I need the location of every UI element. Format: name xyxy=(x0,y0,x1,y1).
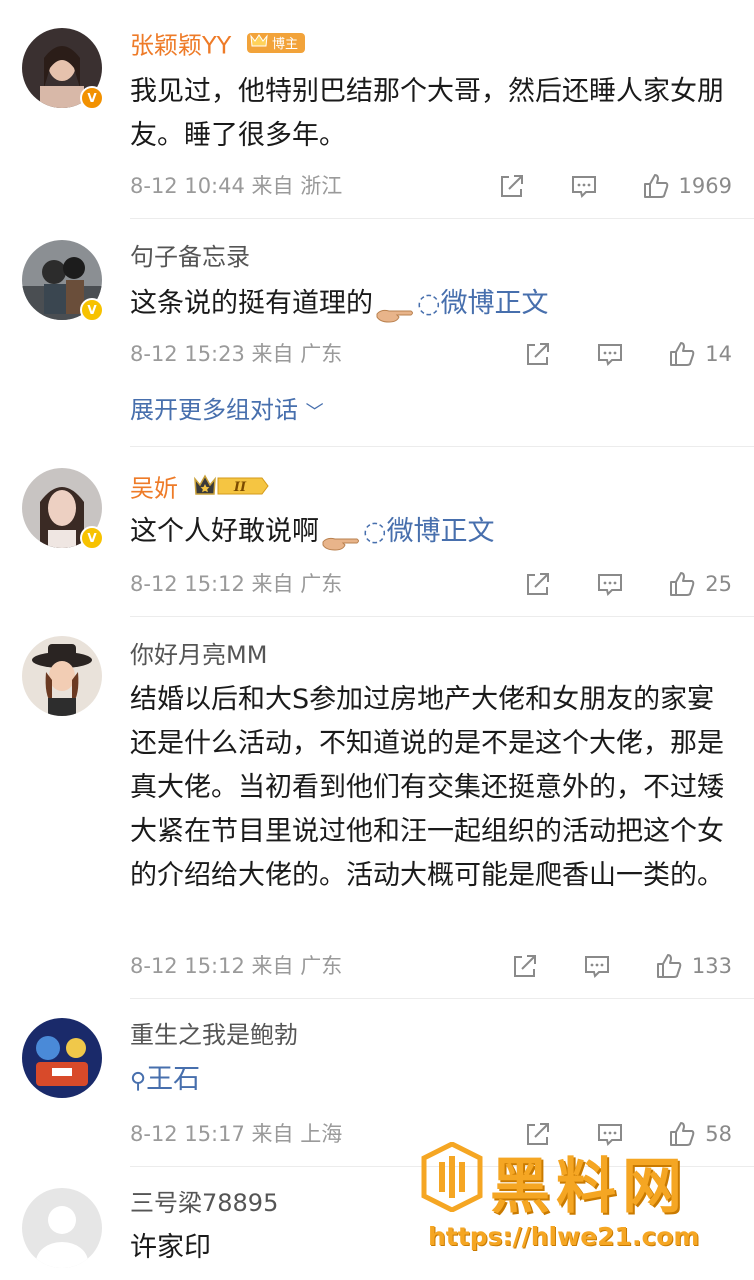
share-button[interactable] xyxy=(510,951,540,981)
watermark-title: 黑料网 xyxy=(490,1152,688,1222)
comment-icon xyxy=(584,956,609,978)
comment-text: 这条说的挺有道理的 ◌微博正文 xyxy=(130,282,730,326)
comment-meta: 8-12 15:23 来自 广东 xyxy=(130,342,343,366)
username[interactable]: 张颖颖YY 博主 xyxy=(130,30,307,63)
search-topic-link[interactable]: ⚲王石 xyxy=(130,1064,200,1095)
watermark-logo-icon xyxy=(421,1142,483,1212)
comment-body: 这条说的挺有道理的 xyxy=(130,288,373,319)
comment-icon xyxy=(571,176,596,198)
watermark: 黑料网 https://hlwe21.com xyxy=(420,1138,740,1278)
share-icon xyxy=(527,573,550,595)
comment-actions: 1969 xyxy=(497,170,732,202)
pointing-hand-icon xyxy=(375,295,415,323)
divider xyxy=(130,616,754,617)
thumbs-up-icon xyxy=(670,342,695,366)
divider xyxy=(130,998,754,999)
comment-meta: 8-12 10:44 来自 浙江 xyxy=(130,174,343,198)
comment-icon xyxy=(598,574,623,596)
verified-badge-icon: V xyxy=(80,298,104,322)
divider xyxy=(130,446,754,447)
svg-text:II: II xyxy=(233,480,247,495)
chevron-down-icon: ﹀ xyxy=(305,402,324,423)
comment-text: 结婚以后和大S参加过房地产大佬和女朋友的家宴还是什么活动，不知道说的是不是这个大… xyxy=(130,684,724,891)
weibo-text-link[interactable]: ◌微博正文 xyxy=(417,288,549,319)
username[interactable]: 你好月亮MM xyxy=(130,640,267,670)
comment-meta: 8-12 15:17 来自 上海 xyxy=(130,1122,343,1146)
avatar[interactable] xyxy=(22,1188,102,1268)
share-button[interactable] xyxy=(523,569,553,599)
share-button[interactable] xyxy=(523,339,553,369)
like-button[interactable]: 14 xyxy=(667,339,732,369)
like-count: 133 xyxy=(691,954,732,978)
comment-text: 这个人好敢说啊 ◌微博正文 xyxy=(130,510,730,554)
pointing-hand-icon xyxy=(321,523,361,551)
watermark-url: https://hlwe21.com xyxy=(428,1222,700,1251)
link-text[interactable]: 微博正文 xyxy=(441,288,549,319)
verified-badge-icon: V xyxy=(80,86,104,110)
thumbs-up-icon xyxy=(670,572,695,596)
comment-body: 这个人好敢说啊 xyxy=(130,516,319,547)
like-count: 25 xyxy=(705,572,732,596)
link-text[interactable]: 王石 xyxy=(146,1064,200,1095)
weibo-text-link[interactable]: ◌微博正文 xyxy=(363,516,495,547)
username[interactable]: 重生之我是鲍勃 xyxy=(130,1020,298,1050)
like-button[interactable]: 1969 xyxy=(641,171,732,201)
comment-meta: 8-12 15:12 来自 广东 xyxy=(130,954,343,978)
comment-text: 我见过，他特别巴结那个大哥，然后还睡人家女朋友。睡了很多年。 xyxy=(130,76,724,151)
comment-actions: 133 xyxy=(510,950,732,982)
search-icon: ⚲ xyxy=(130,1069,147,1094)
divider xyxy=(130,218,754,219)
reply-button[interactable] xyxy=(595,339,625,369)
blogger-tag: 博主 xyxy=(245,30,307,63)
avatar[interactable] xyxy=(22,1018,102,1098)
svg-text:博主: 博主 xyxy=(272,37,298,52)
username[interactable]: 句子备忘录 xyxy=(130,242,250,272)
share-icon xyxy=(513,955,536,977)
share-icon xyxy=(500,175,523,197)
expand-label[interactable]: 展开更多组对话 xyxy=(130,396,298,424)
vip-level-tag: II xyxy=(192,472,270,507)
like-button[interactable]: 25 xyxy=(667,569,732,599)
username[interactable]: 吴妡 II xyxy=(130,472,270,507)
reply-button[interactable] xyxy=(595,569,625,599)
username-text[interactable]: 张颖颖YY xyxy=(130,32,231,60)
like-button[interactable]: 133 xyxy=(654,951,732,981)
verified-badge-icon: V xyxy=(80,526,104,550)
comment-text: ⚲王石 xyxy=(130,1058,730,1104)
link-text[interactable]: 微博正文 xyxy=(387,516,495,547)
thumbs-up-icon xyxy=(656,954,682,978)
comment-actions: 14 xyxy=(523,338,732,370)
username-text[interactable]: 吴妡 xyxy=(130,475,178,503)
share-icon xyxy=(527,343,550,365)
share-button[interactable] xyxy=(497,171,527,201)
like-count: 1969 xyxy=(678,174,732,198)
reply-button[interactable] xyxy=(569,171,599,201)
expand-replies-link[interactable]: 展开更多组对话 ﹀ xyxy=(130,394,324,429)
comment-icon xyxy=(598,344,623,366)
reply-button[interactable] xyxy=(582,951,612,981)
avatar[interactable] xyxy=(22,636,102,716)
like-count: 14 xyxy=(705,342,732,366)
username[interactable]: 三号梁78895 xyxy=(130,1188,278,1218)
comment-actions: 25 xyxy=(523,568,732,600)
comment-meta: 8-12 15:12 来自 广东 xyxy=(130,572,343,596)
thumbs-up-icon xyxy=(643,174,668,198)
